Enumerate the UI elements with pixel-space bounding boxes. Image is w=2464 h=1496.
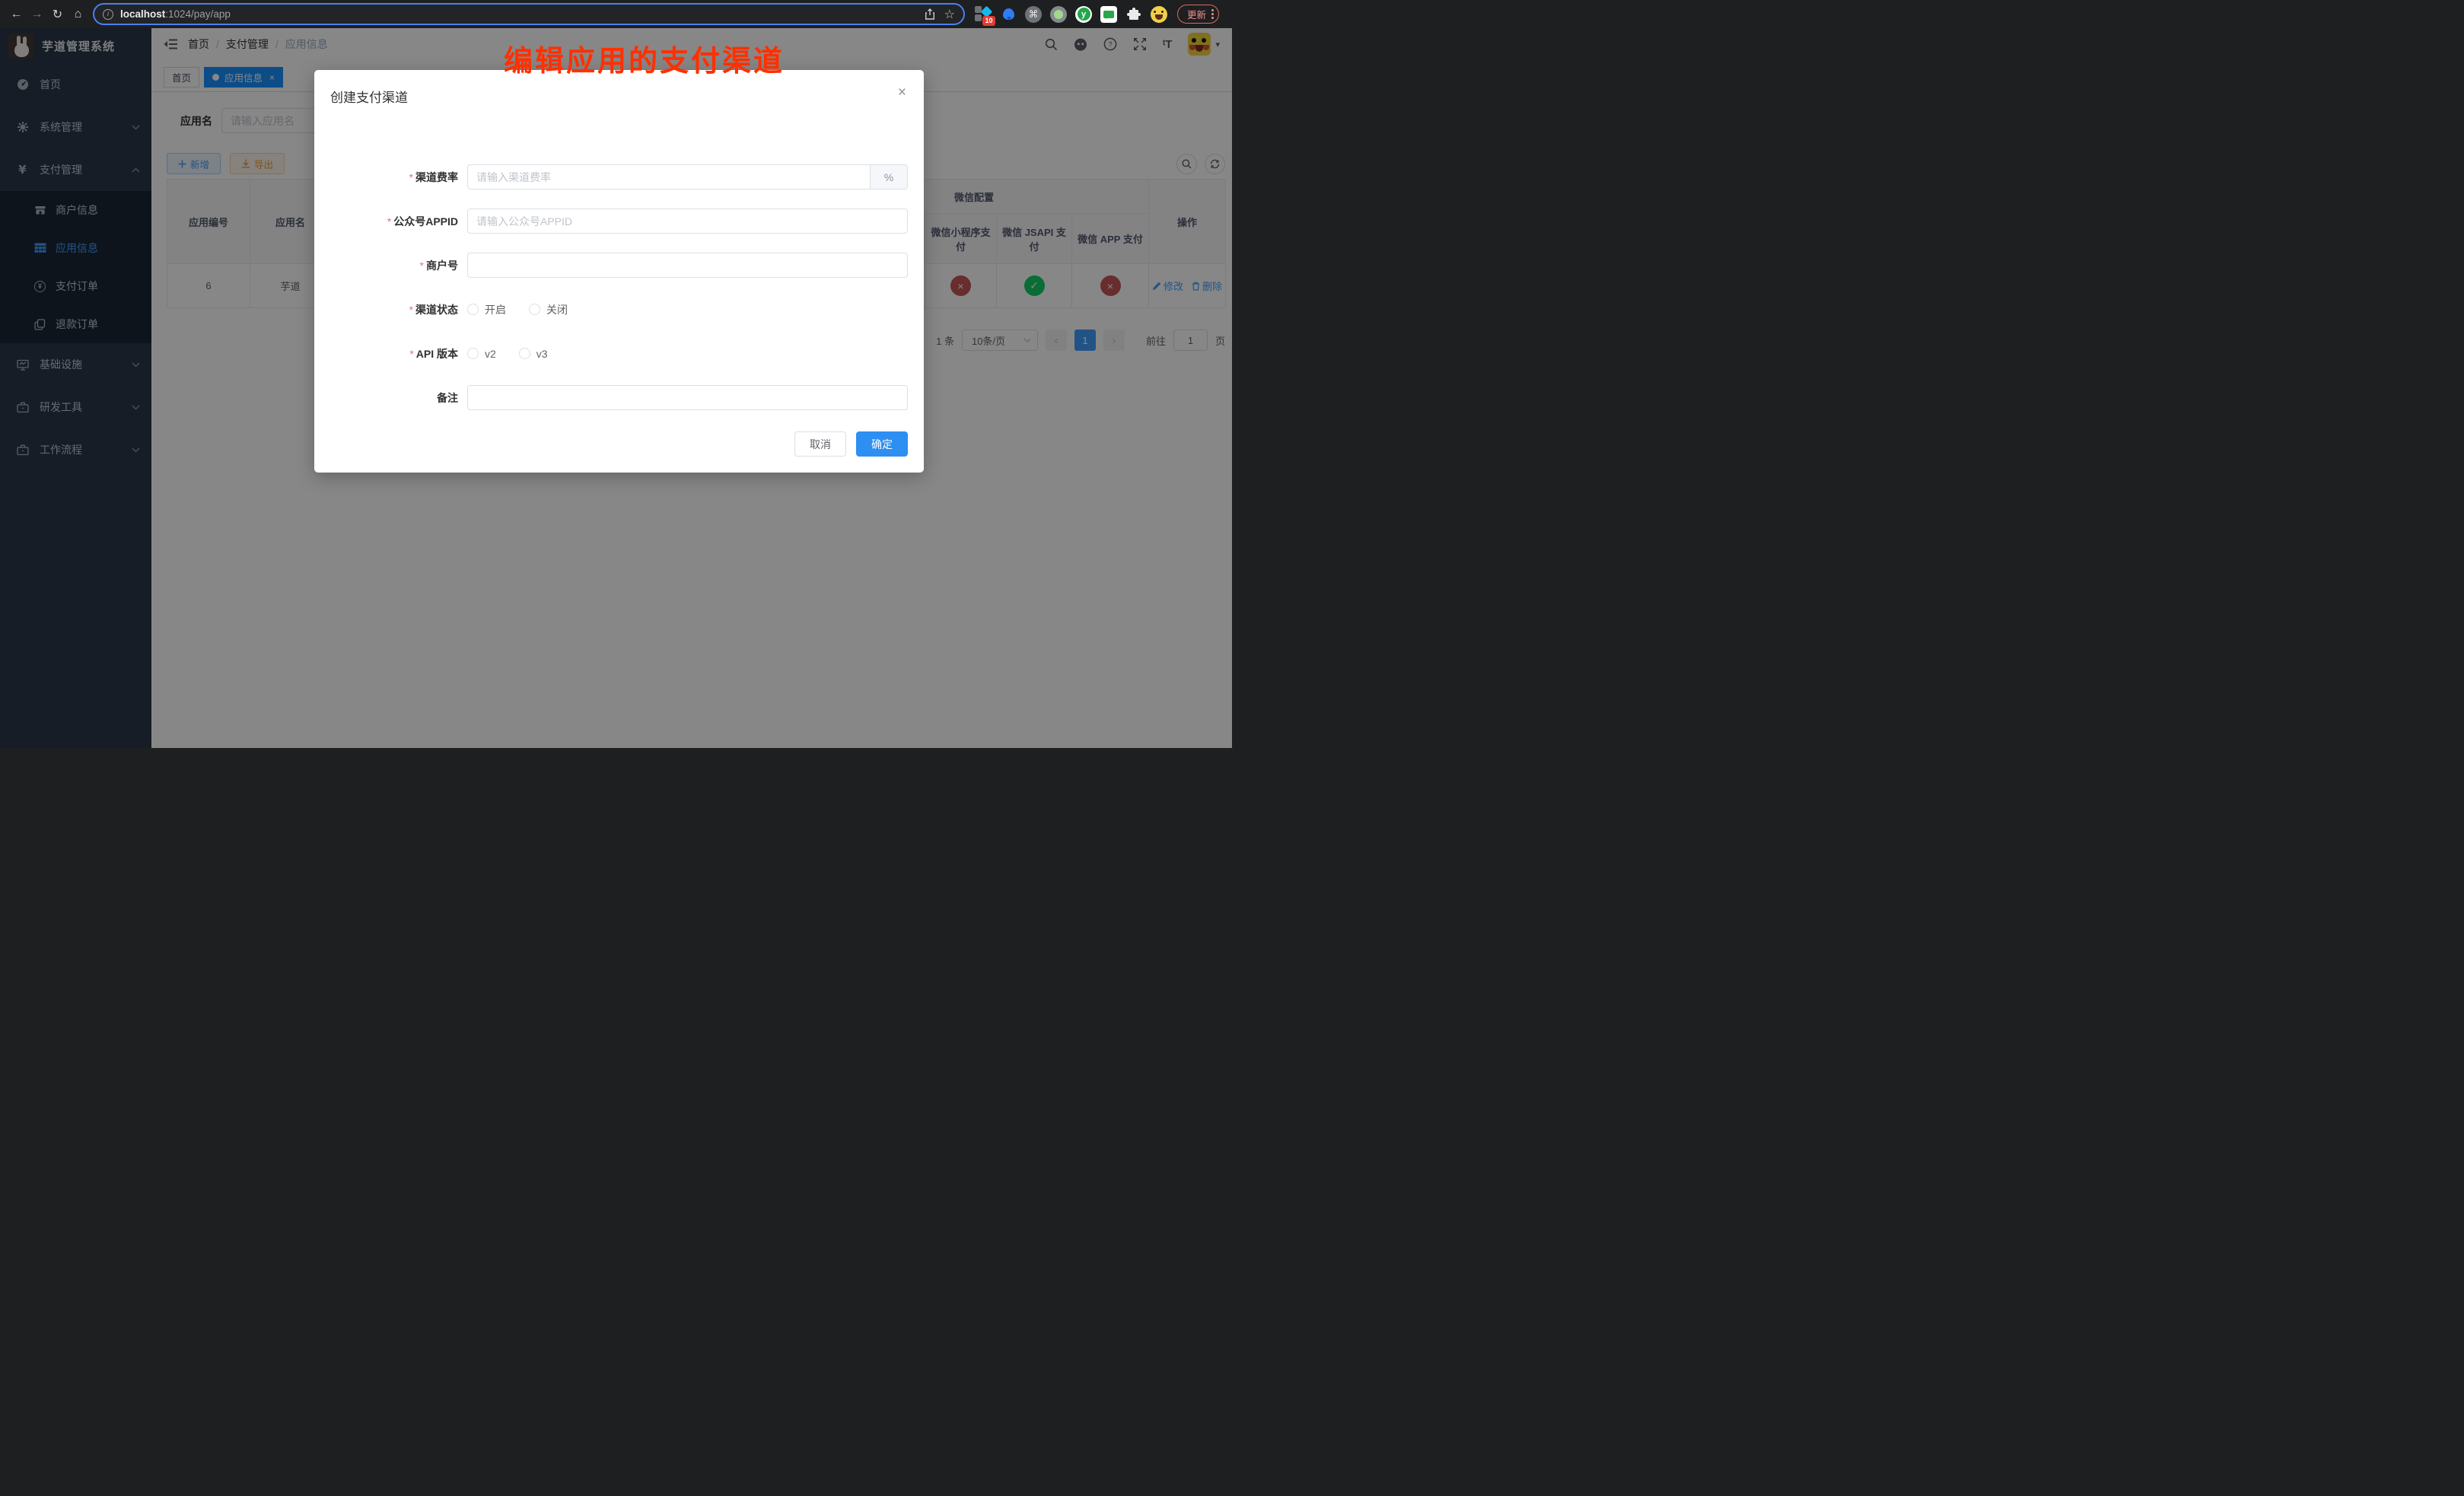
remark-input[interactable] [467,385,908,410]
bookmark-star-icon[interactable]: ☆ [944,7,955,22]
radio-icon [467,304,479,315]
radio-api-v2[interactable]: v2 [467,348,496,360]
browser-back-button[interactable]: ← [6,4,27,24]
extension-badge: 10 [982,16,995,26]
form-row-merchant-id: *商户号 [314,253,924,278]
form-row-fee-rate: *渠道费率 % [314,164,924,189]
radio-icon [529,304,540,315]
cancel-button[interactable]: 取消 [794,431,846,457]
browser-menu-icon[interactable] [1211,9,1214,19]
browser-toolbar: ← → ↻ ⌂ i localhost:1024/pay/app ☆ 10 ⌘ … [0,0,1232,28]
extension-record-icon[interactable] [1049,5,1068,24]
radio-status-closed[interactable]: 关闭 [529,302,568,317]
form-row-remark: 备注 [314,385,924,410]
extension-chat-icon[interactable] [1100,5,1118,24]
extension-balloon-icon[interactable] [999,5,1017,24]
radio-api-v3[interactable]: v3 [519,348,548,360]
dialog-close-icon[interactable]: × [898,84,906,101]
form-row-appid: *公众号APPID [314,208,924,234]
fee-rate-input[interactable] [467,164,871,189]
url-text: localhost:1024/pay/app [120,8,231,20]
extension-y-icon[interactable]: y [1074,5,1093,24]
app-window: 芋道管理系统 首页 系统管理 ¥ 支付管理 [0,28,1232,748]
radio-icon [519,348,530,359]
extension-command-icon[interactable]: ⌘ [1024,5,1043,24]
percent-suffix: % [871,164,908,189]
extension-diamond-icon[interactable]: 10 [974,5,992,24]
confirm-button[interactable]: 确定 [856,431,908,457]
browser-update-button[interactable]: 更新 [1177,5,1219,24]
form-row-api-version: *API 版本 v2 v3 [314,341,924,366]
dialog-footer: 取消 确定 [794,431,908,457]
extensions-puzzle-icon[interactable] [1125,5,1143,24]
create-pay-channel-dialog: 创建支付渠道 × *渠道费率 % *公众号APPID *商户号 *渠道状态 [314,70,924,473]
info-icon[interactable]: i [103,9,113,20]
address-bar[interactable]: i localhost:1024/pay/app ☆ [93,3,965,25]
merchant-id-input[interactable] [467,253,908,278]
browser-reload-button[interactable]: ↻ [47,4,68,24]
dialog-title: 创建支付渠道 [330,87,408,106]
dialog-form: *渠道费率 % *公众号APPID *商户号 *渠道状态 开启 [314,164,924,429]
browser-home-button[interactable]: ⌂ [68,4,88,24]
extension-strip: 10 ⌘ y [974,5,1168,24]
browser-forward-button[interactable]: → [27,4,47,24]
appid-input[interactable] [467,208,908,234]
share-icon[interactable] [925,8,935,20]
radio-status-open[interactable]: 开启 [467,302,506,317]
form-row-channel-status: *渠道状态 开启 关闭 [314,297,924,322]
profile-avatar-icon[interactable] [1150,5,1168,24]
annotation-text: 编辑应用的支付渠道 [504,37,785,79]
radio-icon [467,348,479,359]
